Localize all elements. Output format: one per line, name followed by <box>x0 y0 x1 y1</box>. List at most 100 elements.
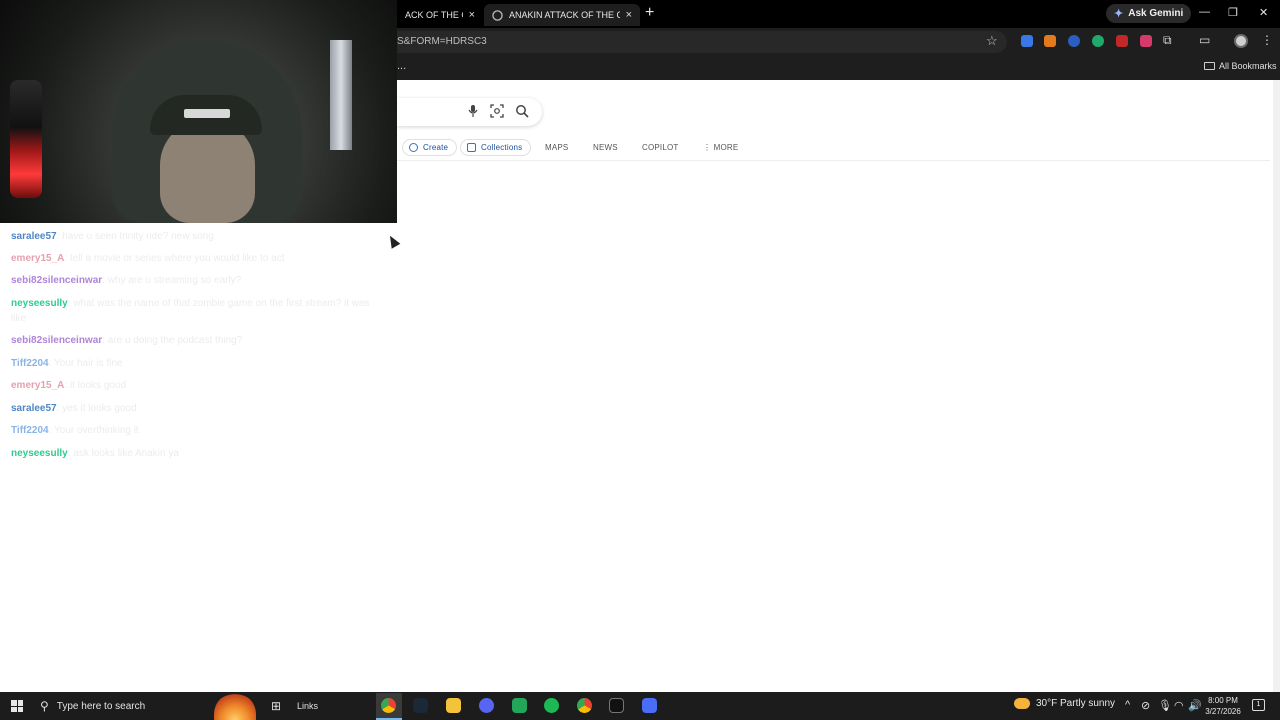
visual-search-icon[interactable] <box>490 104 504 118</box>
system-clock[interactable]: 8:00 PM 3/27/2026 <box>1200 695 1246 717</box>
tab-inactive[interactable]: ACK OF THE CLON × <box>397 4 483 26</box>
chat-username: sebi82silenceinwar <box>11 275 103 286</box>
tab-active[interactable]: ANAKIN ATTACK OF THE CLON × <box>484 4 640 26</box>
ask-gemini-button[interactable]: ✦ Ask Gemini <box>1106 4 1192 23</box>
chat-username: Tiff2204 <box>11 358 49 369</box>
extension-icon[interactable] <box>1068 35 1080 47</box>
chat-username: neyseesully <box>11 448 68 459</box>
taskbar-search[interactable]: ⚲ Type here to search <box>34 692 210 720</box>
all-bookmarks-button[interactable]: All Bookmarks <box>1204 61 1277 71</box>
gemini-spark-icon: ✦ <box>1114 8 1124 20</box>
tab-title: ANAKIN ATTACK OF THE CLON <box>509 10 620 20</box>
chat-username: emery15_A <box>11 380 65 391</box>
menu-kebab-icon[interactable]: ⋮ <box>1261 33 1273 47</box>
minimize-button[interactable]: — <box>1199 6 1210 18</box>
weather-text: 30°F Partly sunny <box>1036 698 1116 709</box>
chat-text: yes it looks good <box>62 403 137 414</box>
collections-icon <box>467 143 476 152</box>
all-bookmarks-label: All Bookmarks <box>1219 61 1277 71</box>
streamer-face <box>160 120 255 223</box>
web-favicon-icon <box>492 9 503 21</box>
extension-icon[interactable] <box>1044 35 1056 47</box>
chat-message: neyseesully: what was the name of that z… <box>11 298 370 324</box>
address-bar[interactable] <box>397 31 1007 53</box>
page-scrollbar[interactable] <box>1273 80 1280 692</box>
chat-text: it looks good <box>69 380 127 391</box>
microphone-icon[interactable] <box>467 104 479 118</box>
chat-message: saralee57: have u seen trinity ride? new… <box>11 231 214 242</box>
chat-text: why are u streaming so early? <box>107 275 242 286</box>
web-page <box>397 80 1273 692</box>
window-light <box>330 40 352 150</box>
obs-icon[interactable] <box>609 698 624 713</box>
chat-message: sebi82silenceinwar: why are u streaming … <box>11 275 242 286</box>
chat-message: sebi82silenceinwar: are u doing the podc… <box>11 335 243 346</box>
weather-widget[interactable]: 30°F Partly sunny <box>1014 698 1115 709</box>
chat-username: saralee57 <box>11 231 57 242</box>
chat-username: neyseesully <box>11 298 68 309</box>
tab-title: ACK OF THE CLON <box>405 10 463 20</box>
spotify-icon[interactable] <box>544 698 559 713</box>
restore-button[interactable]: ❐ <box>1228 6 1238 19</box>
folder-icon <box>1204 62 1215 70</box>
tab-collections-label: Collections <box>481 143 523 152</box>
tray-chevron-icon[interactable]: ^ <box>1125 699 1130 711</box>
steam-icon[interactable] <box>413 698 428 713</box>
tab-close-icon[interactable]: × <box>469 9 475 21</box>
chat-text: are u doing the podcast thing? <box>107 335 243 346</box>
side-panel-icon[interactable]: ▭ <box>1199 33 1210 47</box>
links-toolbar[interactable]: Links <box>297 701 318 711</box>
chat-text: Your overthinking it <box>54 425 139 436</box>
chat-message: saralee57: yes it looks good <box>11 403 137 414</box>
bookmark-star-icon[interactable]: ☆ <box>986 33 998 49</box>
search-icon[interactable] <box>515 104 529 118</box>
file-explorer-icon[interactable] <box>446 698 461 713</box>
extensions-puzzle-icon[interactable]: ⧉ <box>1163 33 1172 48</box>
new-tab-button[interactable]: + <box>645 5 654 21</box>
clock-date: 3/27/2026 <box>1205 707 1241 716</box>
partly-sunny-icon <box>1014 698 1030 709</box>
chrome-profile-icon[interactable] <box>577 698 592 713</box>
app-icon[interactable] <box>512 698 527 713</box>
chat-message: Tiff2204: Your hair is fine <box>11 358 123 369</box>
extension-icon[interactable] <box>1021 35 1033 47</box>
discord-icon[interactable] <box>479 698 494 713</box>
tab-collections[interactable]: Collections <box>460 139 532 156</box>
ask-gemini-label: Ask Gemini <box>1128 8 1184 19</box>
chat-username: emery15_A <box>11 253 65 264</box>
profile-avatar[interactable] <box>1234 34 1248 48</box>
camera-off-icon[interactable]: ⊘ <box>1141 699 1150 712</box>
extension-icon[interactable] <box>1140 35 1152 47</box>
chat-message: emery15_A: tell a movie or series where … <box>11 253 285 264</box>
tab-copilot[interactable]: COPILOT <box>642 139 679 156</box>
search-icon: ⚲ <box>40 699 49 713</box>
tab-maps[interactable]: MAPS <box>545 139 568 156</box>
chrome-icon[interactable] <box>381 698 396 713</box>
microphone-tray-icon[interactable]: 🎙 <box>1158 699 1172 712</box>
close-window-button[interactable]: ✕ <box>1259 6 1268 19</box>
task-view-icon[interactable]: ⊞ <box>271 699 281 713</box>
wifi-icon[interactable]: ◠ <box>1174 699 1184 712</box>
chat-username: saralee57 <box>11 403 57 414</box>
chat-username: Tiff2204 <box>11 425 49 436</box>
chat-message: emery15_A: it looks good <box>11 380 127 391</box>
tab-close-icon[interactable]: × <box>626 9 632 21</box>
nav-divider <box>397 160 1270 161</box>
extension-icon[interactable] <box>1092 35 1104 47</box>
taskbar-search-placeholder: Type here to search <box>56 700 146 712</box>
tab-create[interactable]: Create <box>402 139 458 156</box>
tab-more[interactable]: ⋮ MORE <box>703 139 738 156</box>
address-bar-text[interactable]: S&FORM=HDRSC3 <box>397 36 487 47</box>
chat-message: neyseesully: ask looks like Anakin ya <box>11 448 179 459</box>
create-icon <box>409 143 418 152</box>
tab-news[interactable]: NEWS <box>593 139 618 156</box>
chat-text: ask looks like Anakin ya <box>73 448 179 459</box>
extension-icon[interactable] <box>1116 35 1128 47</box>
bookmarks-overflow[interactable]: ... <box>397 60 406 72</box>
rgb-microphone <box>10 80 42 198</box>
chat-text: tell a movie or series where you would l… <box>69 253 285 264</box>
notification-icon[interactable]: 1 <box>1252 699 1265 711</box>
app-icon[interactable] <box>642 698 657 713</box>
windows-start-icon[interactable] <box>11 700 23 712</box>
webcam-overlay <box>0 0 397 223</box>
